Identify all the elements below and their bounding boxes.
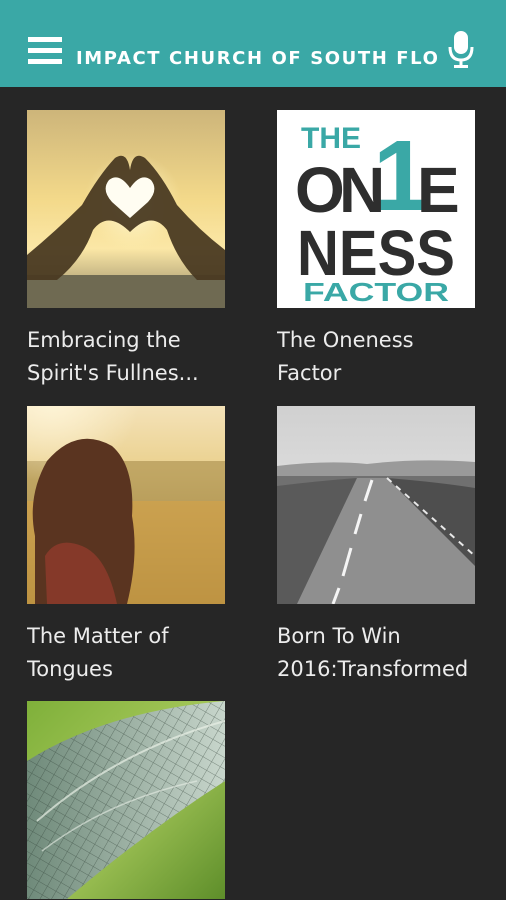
artwork-o: O — [295, 154, 345, 226]
sermon-grid: Embracing the Spirit's Fullnes... THE 1 … — [0, 87, 506, 900]
sermon-thumbnail-road[interactable] — [277, 406, 475, 604]
sermon-title: Embracing the Spirit's Fullnes... — [27, 324, 225, 392]
sermon-thumbnail-dragonfly-wing[interactable] — [27, 701, 225, 899]
sermon-title: Born To Win 2016:Transformed — [277, 620, 475, 688]
sermon-title: The Matter of Tongues — [27, 620, 225, 688]
sermon-title-line1: The Oneness — [277, 328, 414, 352]
sermon-title-line1: The Matter of — [27, 624, 169, 648]
app-bar: IMPACT CHURCH OF SOUTH FLO — [0, 0, 506, 87]
microphone-icon[interactable] — [448, 31, 474, 69]
artwork-the: THE — [301, 122, 361, 155]
sermon-title: The Oneness Factor — [277, 324, 475, 392]
sermon-thumbnail-oneness-factor[interactable]: THE 1 O N E NESS FACTOR — [277, 110, 475, 308]
sermon-title-line2: Tongues — [27, 657, 113, 681]
sermon-title-line1: Born To Win — [277, 624, 401, 648]
artwork-n: N — [339, 154, 385, 226]
sermon-title-line1: Embracing the — [27, 328, 181, 352]
hamburger-menu-icon[interactable] — [28, 37, 62, 67]
sermon-thumbnail-heart-hands[interactable] — [27, 110, 225, 308]
sermon-title-line2: Spirit's Fullnes... — [27, 361, 199, 385]
app-title: IMPACT CHURCH OF SOUTH FLO — [76, 48, 440, 69]
artwork-factor: FACTOR — [303, 277, 449, 307]
sermon-title-line2: Factor — [277, 361, 342, 385]
sermon-title-line2: 2016:Transformed — [277, 657, 469, 681]
artwork-e: E — [417, 154, 460, 226]
sermon-thumbnail-field-girl[interactable] — [27, 406, 225, 604]
